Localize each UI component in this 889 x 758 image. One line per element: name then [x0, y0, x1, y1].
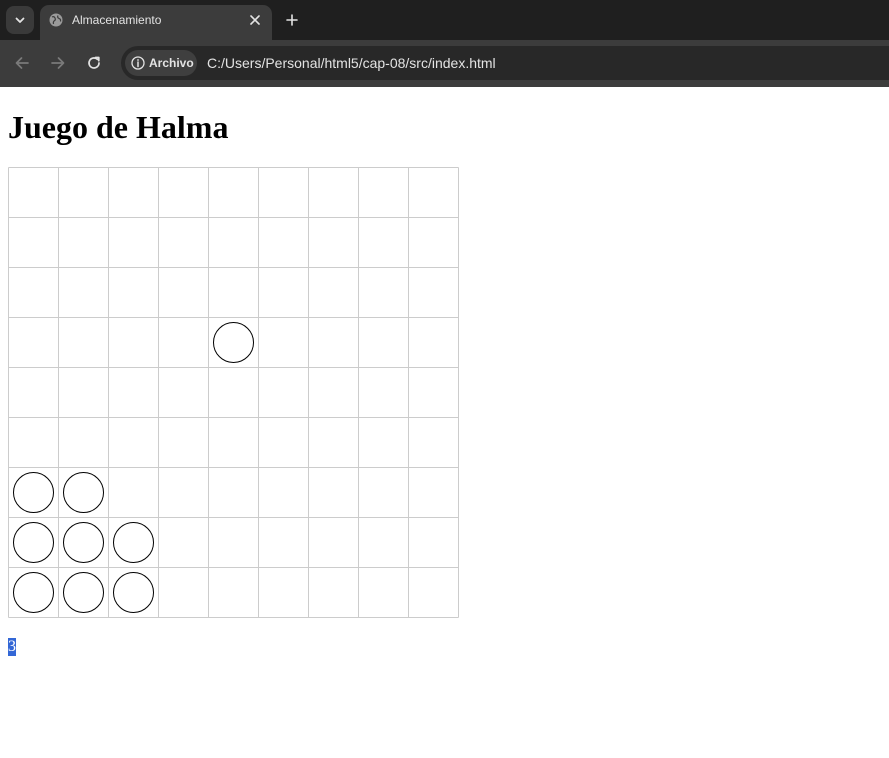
halma-piece[interactable] [63, 472, 104, 513]
tab-close-button[interactable] [246, 11, 264, 29]
address-bar[interactable]: Archivo C:/Users/Personal/html5/cap-08/s… [121, 46, 889, 80]
arrow-right-icon [51, 57, 65, 69]
reload-icon [88, 56, 100, 69]
globe-icon [49, 13, 63, 27]
reload-button[interactable] [83, 52, 105, 74]
tab-title: Almacenamiento [72, 13, 162, 27]
plus-icon [286, 14, 298, 26]
halma-piece[interactable] [63, 572, 104, 613]
halma-piece[interactable] [113, 522, 154, 563]
url-text[interactable]: C:/Users/Personal/html5/cap-08/src/index… [207, 55, 496, 71]
security-label: Archivo [149, 56, 194, 70]
tab-search-button[interactable] [6, 6, 34, 34]
halma-piece[interactable] [113, 572, 154, 613]
halma-piece[interactable] [63, 522, 104, 563]
halma-piece[interactable] [13, 522, 54, 563]
forward-button[interactable] [47, 52, 69, 74]
chevron-down-icon [15, 17, 25, 23]
halma-piece[interactable] [13, 572, 54, 613]
halma-piece[interactable] [213, 322, 254, 363]
back-button[interactable] [11, 52, 33, 74]
page-title: Juego de Halma [8, 109, 229, 145]
new-tab-button[interactable] [282, 10, 302, 30]
tab-strip: Almacenamiento [0, 0, 889, 40]
move-count: 3 [8, 638, 16, 656]
halma-board[interactable] [8, 167, 459, 618]
site-info-chip[interactable]: Archivo [125, 50, 197, 76]
info-icon [131, 56, 145, 70]
halma-piece[interactable] [13, 472, 54, 513]
close-icon [250, 15, 260, 25]
browser-toolbar: Archivo C:/Users/Personal/html5/cap-08/s… [0, 40, 889, 87]
arrow-left-icon [15, 57, 29, 69]
browser-tab[interactable]: Almacenamiento [40, 5, 272, 40]
